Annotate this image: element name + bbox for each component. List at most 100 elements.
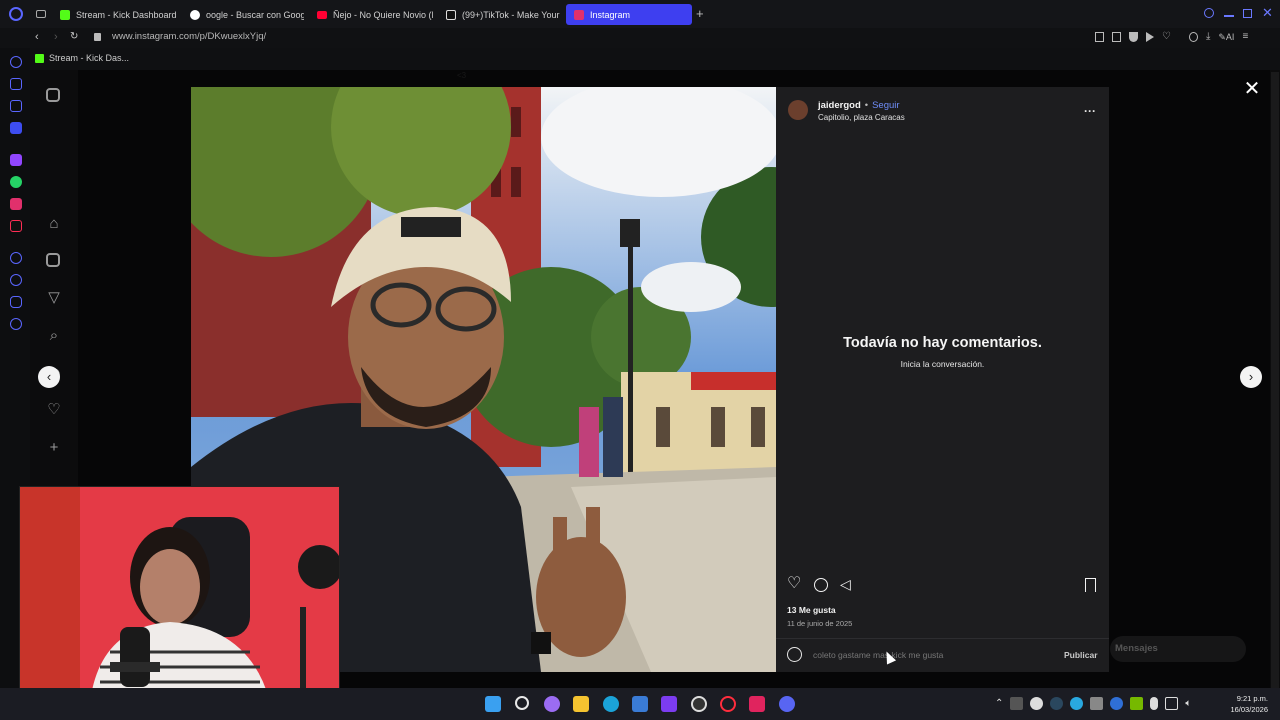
sidebar-item-games-icon[interactable] [10,100,22,112]
discord-icon[interactable] [779,696,795,712]
next-post-button[interactable]: › [1240,366,1262,388]
system-tray: ⌃ 🔈︎ [995,697,1191,711]
network-icon[interactable] [1165,697,1179,710]
instagram-logo-icon[interactable] [46,88,60,102]
snapshot-icon[interactable] [1112,32,1121,42]
account-icon[interactable] [1188,32,1198,42]
direct-icon[interactable]: ▽ [46,290,62,306]
twitch-icon[interactable] [10,154,22,166]
sidebar-item-mail-icon[interactable] [10,122,22,134]
tab-label: oogle - Buscar con Google [206,9,304,20]
edge-icon[interactable] [603,696,619,712]
back-icon[interactable]: ‹ [35,31,39,43]
page-scrollbar[interactable] [1271,72,1279,688]
bookmark-kick[interactable]: Stream - Kick Das... [35,53,129,63]
tab-kick-dashboard[interactable]: Stream - Kick Dashboard [52,4,180,25]
webcam-overlay [19,486,340,701]
flow-icon[interactable] [10,296,22,308]
kick-icon [60,9,70,20]
aria-icon[interactable]: ✎AI [1218,32,1234,44]
minimize-icon[interactable] [1224,15,1234,17]
opera-logo-icon[interactable] [9,7,23,21]
clock[interactable]: 9:21 p.m. 16/03/2026 [1220,693,1268,715]
obs-icon[interactable] [691,696,707,712]
tab-label: Instagram [590,9,631,20]
windows-start-icon[interactable] [485,696,501,712]
tab-youtube[interactable]: Ñejo - No Quiere Novio (R [309,4,433,25]
menu-icon[interactable]: ≡ [1242,32,1248,44]
new-tab-button[interactable]: + [696,7,704,20]
share-icon[interactable]: ◁ [840,576,851,592]
tab-instagram[interactable]: Instagram [566,4,692,25]
close-window-icon[interactable]: ✕ [1262,6,1273,19]
heart-toolbar-icon[interactable]: ♡ [1162,32,1171,44]
reload-icon[interactable]: ↻ [70,31,78,42]
tray-app-icon[interactable] [1030,697,1044,710]
volume-icon[interactable]: 🔈︎ [1185,697,1191,711]
opera-taskbar-icon[interactable] [720,696,736,712]
settings-icon[interactable] [10,318,22,330]
close-modal-icon[interactable]: ✕ [1243,79,1261,99]
tray-app-icon[interactable] [1070,697,1084,710]
username-link[interactable]: jaidergod [818,100,861,111]
follow-button[interactable]: Seguir [872,100,899,111]
emoji-icon[interactable] [787,647,802,662]
bookmark-icon[interactable] [1095,32,1104,42]
whatsapp-icon[interactable] [10,176,22,188]
windows-taskbar: ⌃ 🔈︎ 9:21 p.m. 16/03/2026 [0,688,1280,720]
clock-icon[interactable] [10,274,22,286]
location-link[interactable]: Capitolio, plaza Caracas [818,113,905,122]
restore-icon[interactable] [1243,9,1252,18]
tray-app-icon[interactable] [1010,697,1024,710]
publish-button[interactable]: Publicar [1064,650,1098,660]
video-app-icon[interactable] [661,696,677,712]
clock-time: 9:21 p.m. [1236,694,1268,703]
home-icon[interactable]: ⌂ [46,216,62,232]
tiktok-icon [446,9,456,20]
search-tabs-icon[interactable] [1204,8,1214,18]
player-icon[interactable] [10,252,22,264]
tab-tiktok[interactable]: (99+)TikTok - Make Your D [438,4,562,25]
sidebar-item-extensions-icon[interactable] [10,78,22,90]
notifications-icon[interactable]: ♡ [46,402,62,418]
tab-google[interactable]: oogle - Buscar con Google [182,4,304,25]
shield-icon[interactable] [1129,32,1138,42]
search-icon[interactable] [515,696,529,710]
likes-count[interactable]: 13 Me gusta [787,605,836,615]
forward-icon[interactable]: › [54,31,58,43]
sidebar-item-history-icon[interactable] [10,56,22,68]
clock-date: 16/03/2026 [1230,705,1268,714]
messages-label: Mensajes [1115,643,1158,654]
url-field[interactable]: www.instagram.com/p/DKwuexlxYjq/ [112,31,266,42]
store-icon[interactable] [632,696,648,712]
file-explorer-icon[interactable] [573,696,589,712]
tab-grid-icon[interactable] [36,10,46,18]
copilot-icon[interactable] [544,696,560,712]
more-options-icon[interactable]: ··· [1084,104,1096,118]
messages-button[interactable]: Mensajes [1110,636,1246,662]
tray-app-icon[interactable] [1090,697,1104,710]
tiktok-taskbar-icon[interactable] [749,696,765,712]
chevron-up-icon[interactable]: ⌃ [995,697,1003,711]
nvidia-icon[interactable] [1130,697,1144,710]
instagram-icon[interactable] [10,198,22,210]
tiktok-icon[interactable] [10,220,22,232]
reels-icon[interactable] [46,253,60,267]
bookmarks-bar: Stream - Kick Das... [0,48,1280,70]
empty-comments-title: Todavía no hay comentarios. [843,335,1042,351]
comment-input[interactable]: coleto gastame mas kick me gusta [813,650,1033,660]
play-icon[interactable] [1146,32,1154,42]
create-icon[interactable]: + [46,440,62,456]
avatar[interactable] [788,100,808,120]
download-icon[interactable]: ⤓ [1206,32,1210,44]
bookmark-label: Stream - Kick Das... [49,53,130,63]
like-icon[interactable]: ♡ [787,576,801,592]
steam-icon[interactable] [1050,697,1064,710]
save-icon[interactable] [1085,578,1096,592]
previous-post-button[interactable]: ‹ [38,366,60,388]
comment-icon[interactable] [814,578,828,592]
bluetooth-icon[interactable] [1110,697,1124,710]
mic-icon[interactable] [1150,697,1159,710]
search-icon[interactable]: ⌕ [46,328,62,344]
kick-icon [35,53,44,63]
